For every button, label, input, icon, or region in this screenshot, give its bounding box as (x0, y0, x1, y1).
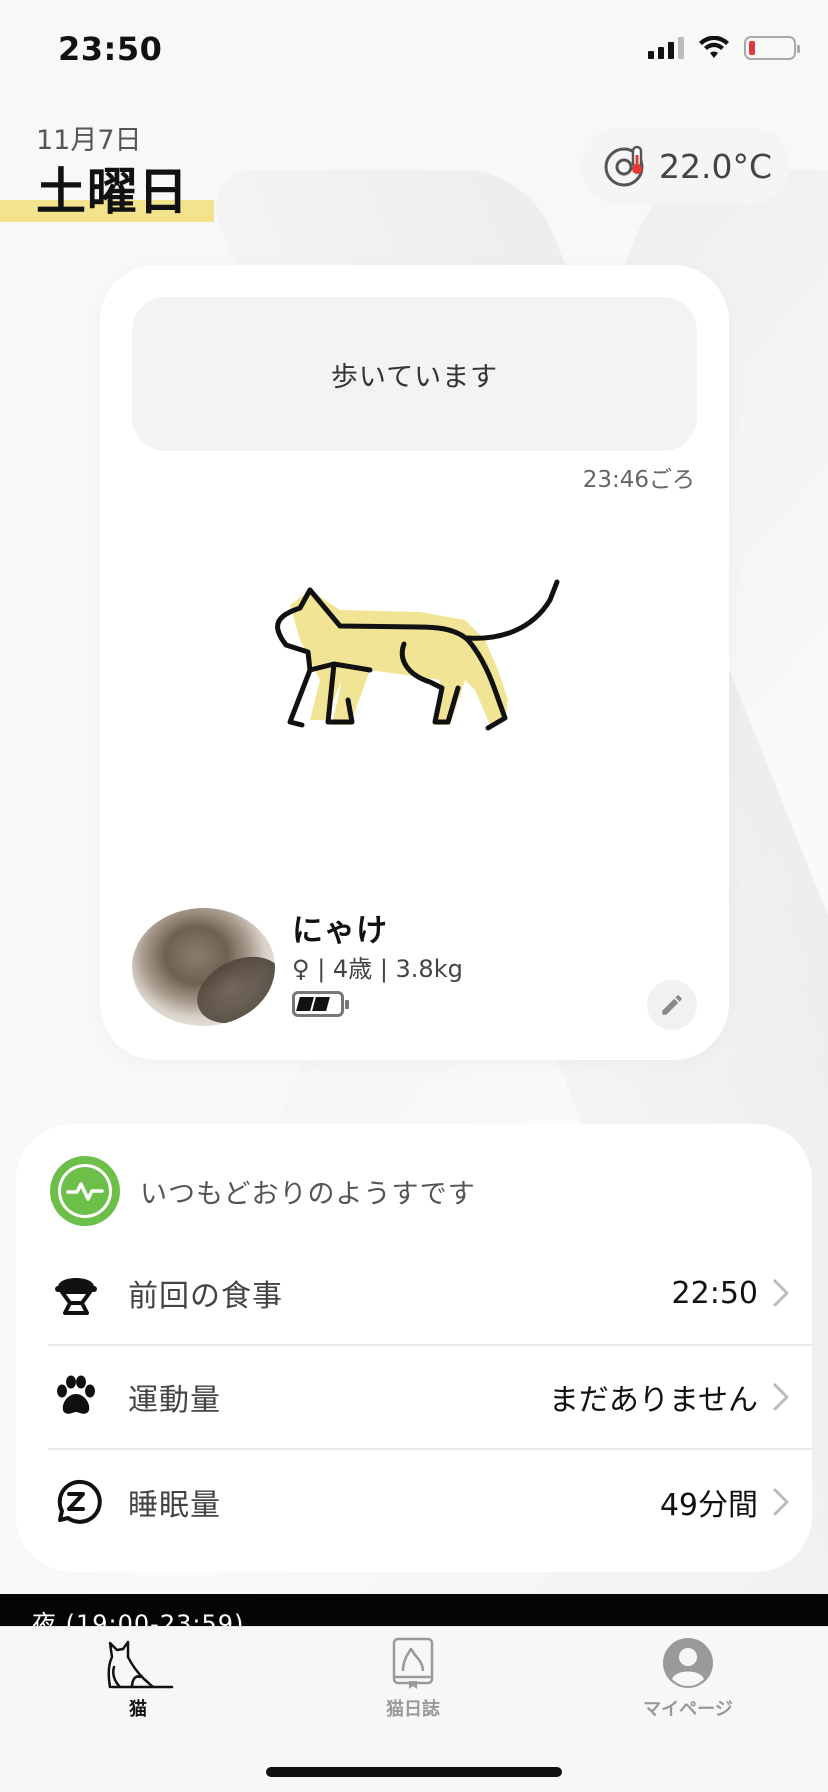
pet-name: にゃけ (292, 913, 388, 949)
activity-bubble: 歩いています (132, 297, 697, 451)
status-time: 23:50 (58, 30, 163, 68)
user-profile-icon (663, 1638, 713, 1688)
tab-my-page-label: マイページ (643, 1699, 733, 1720)
sleep-amount-value: 49分間 (659, 1488, 758, 1523)
temperature-value: 22.0°C (658, 146, 772, 186)
battery-icon (744, 36, 800, 60)
sleep-amount-label: 睡眠量 (128, 1488, 221, 1523)
chevron-right-icon (773, 1279, 789, 1307)
activity-time: 23:46ごろ (582, 467, 695, 493)
home-indicator (266, 1767, 562, 1777)
wifi-icon (699, 36, 729, 58)
cat-status-card: 歩いています 23:46ごろ にゃけ ♀ | 4歳 | 3.8kg (100, 265, 729, 1060)
time-band-label: 夜 (19:00-23:59) (32, 1610, 245, 1626)
tab-my-page[interactable]: マイページ (608, 1637, 768, 1721)
daily-summary-card: いつもどおりのようすです 前回の食事 22:50 運動量 まだありません 睡眠量… (16, 1124, 812, 1572)
pencil-icon (662, 995, 682, 1015)
cat-sitting-icon (107, 1640, 174, 1689)
tab-cat-diary[interactable]: 猫日誌 (333, 1637, 493, 1721)
chevron-right-icon (773, 1383, 789, 1411)
collar-battery-icon (292, 991, 349, 1017)
activity-amount-value: まだありません (548, 1383, 758, 1418)
walking-cat-illustration (275, 579, 560, 731)
sleep-amount-row[interactable]: 睡眠量 49分間 (48, 1450, 812, 1554)
activity-amount-label: 運動量 (128, 1383, 221, 1418)
health-status-text: いつもどおりのようすです (140, 1178, 476, 1210)
pet-info: ♀ | 4歳 | 3.8kg (292, 955, 463, 983)
last-meal-row[interactable]: 前回の食事 22:50 (48, 1242, 812, 1346)
food-bowl-icon (55, 1278, 97, 1315)
paw-icon (57, 1375, 95, 1414)
status-icons (648, 36, 800, 60)
time-band-header: 夜 (19:00-23:59) (0, 1594, 828, 1626)
health-status: いつもどおりのようすです (48, 1156, 476, 1226)
last-meal-value: 22:50 (671, 1275, 758, 1311)
sleep-icon (57, 1479, 102, 1524)
edit-pet-button[interactable] (647, 980, 697, 1030)
health-pulse-icon (50, 1156, 120, 1226)
chevron-right-icon (773, 1488, 789, 1516)
room-temperature[interactable]: 22.0°C (580, 128, 790, 204)
weekday-title: 土曜日 (36, 163, 189, 221)
thermometer-sensor-icon (604, 145, 644, 187)
last-meal-label: 前回の食事 (128, 1279, 283, 1314)
pet-avatar[interactable] (132, 908, 275, 1026)
tab-cat-label: 猫 (129, 1699, 147, 1720)
activity-amount-row[interactable]: 運動量 まだありません (48, 1346, 812, 1450)
tab-cat[interactable]: 猫 (58, 1637, 218, 1721)
diary-book-icon (392, 1637, 434, 1689)
status-bar: 23:50 (0, 0, 828, 100)
activity-message: 歩いています (330, 361, 499, 393)
cellular-signal-icon (648, 37, 684, 59)
tab-cat-diary-label: 猫日誌 (386, 1699, 440, 1720)
